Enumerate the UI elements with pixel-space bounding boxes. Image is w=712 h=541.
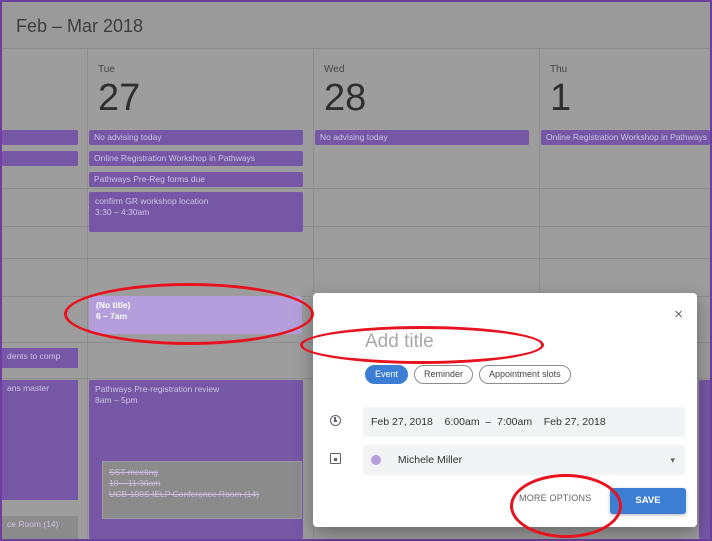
day-number[interactable]: 1 (550, 77, 571, 119)
new-event-draft[interactable]: (No title) 6 – 7am (89, 296, 302, 334)
calendar-select[interactable]: Michele Miller ▾ (363, 445, 685, 475)
event-type-tabs: Event Reminder Appointment slots (365, 365, 571, 384)
allday-event-prev[interactable] (2, 130, 78, 145)
close-icon[interactable]: × (674, 307, 683, 323)
event-prev-day[interactable]: dents to comp (2, 348, 78, 368)
datetime-row: Feb 27, 2018 6:00am – 7:00am Feb 27, 201… (313, 407, 697, 437)
tab-reminder[interactable]: Reminder (414, 365, 474, 384)
calendar-color-dot (371, 455, 381, 466)
allday-event[interactable]: Pathways Pre-Reg forms due (89, 172, 303, 187)
tab-appointment-slots[interactable]: Appointment slots (479, 365, 571, 384)
allday-event[interactable]: No advising today (315, 130, 529, 145)
day-name: Thu (550, 64, 568, 75)
event-title: (No title) (96, 300, 131, 310)
day-header-tue[interactable]: Tue 27 (98, 64, 140, 119)
date-range-title: Feb – Mar 2018 (16, 16, 144, 36)
allday-event-prev[interactable] (2, 151, 78, 166)
clock-icon (327, 414, 343, 430)
day-name: Wed (324, 64, 345, 75)
allday-event[interactable]: No advising today (89, 130, 303, 145)
day-number[interactable]: 28 (324, 77, 366, 119)
event-confirm-location[interactable]: confirm GR workshop location 3:30 – 4:30… (89, 192, 303, 232)
allday-event[interactable]: Online Registration Workshop in Pathways (541, 130, 710, 145)
day-header-thu[interactable]: Thu 1 (550, 64, 571, 119)
calendar-header: Feb – Mar 2018 (2, 2, 710, 49)
hour-line (2, 258, 710, 259)
event-time: 6 – 7am (96, 311, 128, 321)
event-time: 3:30 – 4:30am (95, 207, 150, 217)
chevron-down-icon[interactable]: ▾ (670, 445, 675, 475)
event-title-input[interactable] (365, 329, 665, 355)
day-name: Tue (98, 64, 115, 75)
save-button[interactable]: SAVE (610, 488, 686, 514)
event-sst-meeting[interactable]: SST meeting 10 – 11:30am UCB-100S IELP C… (102, 461, 302, 519)
event-location: UCB-100S IELP Conference Room (14) (109, 489, 260, 499)
tab-event[interactable]: Event (365, 365, 409, 384)
calendar-owner: Michele Miller (397, 454, 463, 466)
event-time: 8am – 5pm (95, 395, 138, 405)
calendar-icon (327, 452, 343, 468)
hour-line (2, 188, 710, 189)
event-title: Pathways Pre-registration review (95, 384, 220, 394)
calendar-row: Michele Miller ▾ (313, 445, 697, 475)
event-title: confirm GR workshop location (95, 196, 209, 206)
day-header-wed[interactable]: Wed 28 (324, 64, 366, 119)
more-options-button[interactable]: MORE OPTIONS (519, 493, 591, 503)
quick-event-dialog: × Event Reminder Appointment slots Feb 2… (313, 293, 697, 527)
allday-event[interactable]: Online Registration Workshop in Pathways (89, 151, 303, 166)
datetime-field[interactable]: Feb 27, 2018 6:00am – 7:00am Feb 27, 201… (363, 407, 685, 437)
event-prev-day[interactable]: ans master (2, 380, 78, 500)
event-time: 10 – 11:30am (109, 478, 161, 488)
event-title: SST meeting (109, 467, 158, 477)
day-number[interactable]: 27 (98, 77, 140, 119)
column-divider (87, 49, 88, 539)
event-prev-day[interactable]: ce Room (14) (2, 516, 78, 539)
event-thu-partial[interactable] (699, 380, 710, 539)
